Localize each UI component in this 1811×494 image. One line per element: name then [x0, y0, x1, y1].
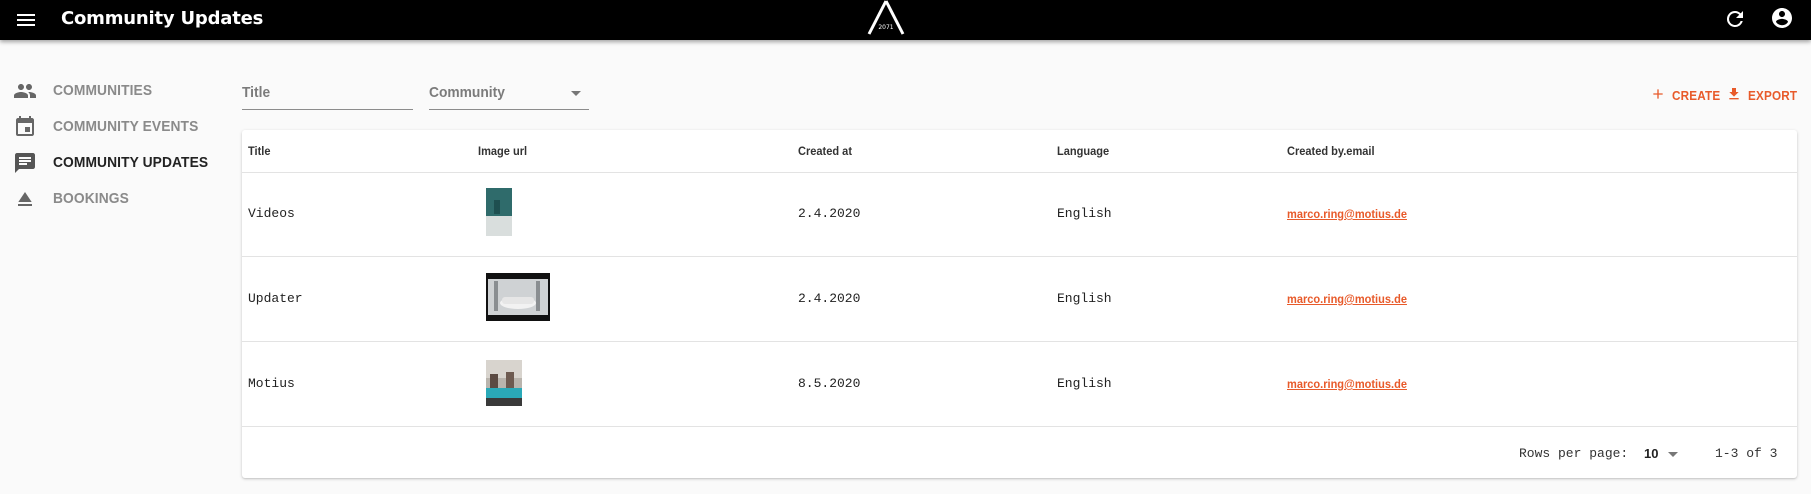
table-pagination: Rows per page: 10 1-3 of 3 [242, 430, 1797, 478]
eject-icon [13, 187, 37, 211]
cell-language: English [1057, 291, 1112, 306]
cell-title: Updater [248, 291, 303, 306]
cell-created-at: 2.4.2020 [798, 291, 861, 306]
cell-language: English [1057, 206, 1112, 221]
create-label: CREATE [1672, 88, 1721, 103]
rows-per-page-value: 10 [1644, 446, 1659, 461]
table-row[interactable]: Motius 8.5.2020 English marco.ring@motiu… [242, 342, 1797, 427]
sidebar-item-communities[interactable]: COMMUNITIES [0, 76, 230, 106]
page-title: Community Updates [61, 8, 264, 29]
comment-icon [13, 151, 37, 175]
column-header-title[interactable]: Title [248, 144, 270, 158]
pagination-range: 1-3 of 3 [1715, 446, 1778, 461]
people-icon [13, 79, 37, 103]
table-row[interactable]: Updater 2.4.2020 English marco.ring@moti… [242, 257, 1797, 342]
community-filter-select[interactable]: Community [429, 76, 589, 110]
refresh-icon[interactable] [1723, 7, 1747, 31]
image-thumbnail [486, 360, 522, 406]
table-header: Title Image url Created at Language Crea… [242, 130, 1797, 173]
sidebar-item-community-events[interactable]: COMMUNITY EVENTS [0, 112, 230, 142]
sidebar-item-label: COMMUNITIES [53, 82, 153, 99]
chevron-down-icon [571, 91, 581, 96]
sidebar-item-community-updates[interactable]: COMMUNITY UPDATES [0, 148, 230, 178]
column-header-created-at[interactable]: Created at [798, 144, 852, 158]
logo-icon[interactable]: 2071 [866, 0, 906, 36]
community-filter-placeholder: Community [429, 84, 505, 101]
image-thumbnail [486, 188, 512, 236]
chevron-down-icon [1668, 452, 1678, 457]
rows-per-page-select[interactable]: 10 [1644, 444, 1684, 464]
create-button[interactable]: CREATE [1650, 85, 1720, 105]
title-filter-input[interactable]: Title [242, 76, 413, 110]
column-header-created-by-email[interactable]: Created by.email [1287, 144, 1375, 158]
cell-email-link[interactable]: marco.ring@motius.de [1287, 292, 1407, 306]
account-circle-icon[interactable] [1770, 6, 1794, 30]
export-button[interactable]: EXPORT [1726, 85, 1798, 105]
community-filter-underline [429, 109, 589, 110]
column-header-image-url[interactable]: Image url [478, 144, 527, 158]
cell-created-at: 8.5.2020 [798, 376, 861, 391]
export-label: EXPORT [1748, 88, 1798, 103]
cell-language: English [1057, 376, 1112, 391]
rows-per-page-label: Rows per page: [1519, 446, 1629, 461]
cell-title: Motius [248, 376, 295, 391]
sidebar-item-label: COMMUNITY UPDATES [53, 154, 209, 171]
app-bar: Community Updates 2071 [0, 0, 1811, 40]
menu-icon[interactable] [14, 8, 38, 32]
cell-email-link[interactable]: marco.ring@motius.de [1287, 207, 1407, 221]
image-thumbnail [486, 273, 550, 321]
logo-text: 2071 [878, 24, 893, 31]
sidebar-item-bookings[interactable]: BOOKINGS [0, 184, 230, 214]
title-filter-underline [242, 109, 413, 110]
download-icon [1729, 88, 1739, 100]
table-row[interactable]: Videos 2.4.2020 English marco.ring@motiu… [242, 172, 1797, 257]
cell-email-link[interactable]: marco.ring@motius.de [1287, 377, 1407, 391]
cell-created-at: 2.4.2020 [798, 206, 861, 221]
updates-table: Title Image url Created at Language Crea… [242, 130, 1797, 478]
sidebar-item-label: BOOKINGS [53, 190, 129, 207]
plus-icon [1653, 89, 1663, 99]
title-filter-placeholder: Title [242, 84, 271, 101]
calendar-icon [13, 115, 37, 139]
sidebar-item-label: COMMUNITY EVENTS [53, 118, 199, 135]
cell-title: Videos [248, 206, 295, 221]
column-header-language[interactable]: Language [1057, 144, 1109, 158]
